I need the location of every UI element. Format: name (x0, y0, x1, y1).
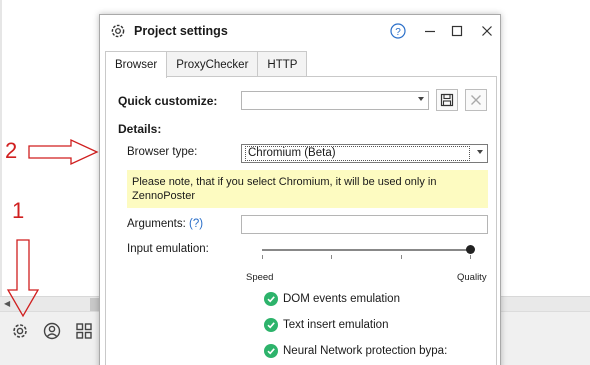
help-icon[interactable]: ? (388, 21, 408, 41)
browser-type-value: Chromium (Beta) (245, 146, 470, 161)
tab-http[interactable]: HTTP (257, 51, 308, 77)
minimize-icon[interactable] (420, 21, 440, 41)
settings-tabs: Browser ProxyChecker HTTP (105, 51, 308, 78)
chevron-down-icon (418, 97, 424, 101)
check-circle-icon (264, 318, 278, 332)
option-text-insert-emulation[interactable]: Text insert emulation (264, 318, 388, 332)
slider-min-label: Speed (246, 272, 274, 283)
arguments-input[interactable] (241, 215, 488, 234)
browser-type-label: Browser type: (127, 146, 198, 158)
tab-browser[interactable]: Browser (105, 51, 168, 78)
annotation-number-2: 2 (5, 138, 18, 163)
input-emulation-slider-thumb[interactable] (465, 245, 475, 254)
slider-tick (262, 255, 263, 259)
option-label: Neural Network protection bypa: (283, 345, 448, 357)
option-dom-events-emulation[interactable]: DOM events emulation (264, 292, 400, 306)
tab-proxychecker[interactable]: ProxyChecker (166, 51, 259, 77)
grid-apps-icon[interactable] (73, 320, 95, 342)
dialog-titlebar[interactable]: Project settings (100, 15, 500, 47)
user-profile-icon[interactable] (41, 320, 63, 342)
check-circle-icon (264, 344, 278, 358)
details-section-label: Details: (118, 122, 162, 136)
slider-tick (331, 255, 332, 259)
quick-customize-select[interactable] (241, 91, 429, 110)
svg-text:?: ? (395, 27, 401, 38)
workspace-edge (0, 0, 2, 298)
settings-gear-icon[interactable] (9, 320, 31, 342)
maximize-icon[interactable] (447, 21, 467, 41)
save-preset-button[interactable] (436, 89, 458, 111)
option-neural-network-protection[interactable]: Neural Network protection bypa: (264, 344, 447, 358)
chevron-down-icon (477, 150, 483, 154)
option-label: Text insert emulation (283, 319, 389, 331)
screen: ◀ 1 2 Project settings ? Browser ProxyCh… (0, 0, 590, 365)
close-icon[interactable] (477, 21, 497, 41)
slider-max-label: Quality (457, 272, 487, 283)
browser-type-select[interactable]: Chromium (Beta) (241, 144, 488, 163)
slider-tick (470, 255, 471, 259)
dialog-title: Project settings (134, 24, 228, 38)
delete-preset-button[interactable] (465, 89, 487, 111)
slider-tick (401, 255, 402, 259)
arguments-label: Arguments: (?) (127, 218, 204, 230)
input-emulation-label: Input emulation: (127, 243, 209, 255)
check-circle-icon (264, 292, 278, 306)
annotation-arrow-right-icon (28, 138, 99, 166)
input-emulation-slider-track[interactable] (262, 249, 470, 251)
delete-x-icon (471, 95, 481, 105)
settings-gear-icon (110, 23, 126, 39)
option-label: DOM events emulation (283, 293, 400, 305)
annotation-arrow-down-icon (6, 239, 40, 318)
arguments-help-link[interactable]: (?) (189, 218, 203, 230)
chromium-warning-note: Please note, that if you select Chromium… (127, 170, 488, 208)
quick-customize-label: Quick customize: (118, 94, 218, 108)
annotation-number-1: 1 (12, 198, 25, 223)
save-disk-icon (440, 93, 454, 107)
